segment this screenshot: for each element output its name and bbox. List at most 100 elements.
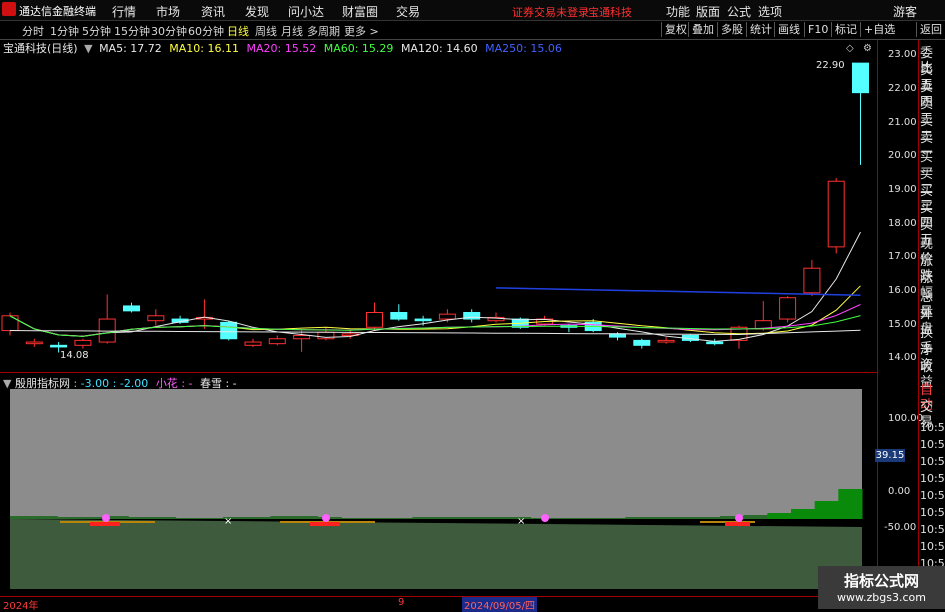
indicator-chart[interactable]: × × bbox=[0, 389, 877, 596]
tick-time: 10:55 bbox=[920, 523, 945, 536]
candle-body bbox=[414, 318, 432, 322]
cursor-date-label: 2024/09/05/四 bbox=[462, 597, 538, 612]
period-tab[interactable]: 1分钟 bbox=[50, 23, 79, 39]
watermark-title: 指标公式网 bbox=[843, 572, 919, 590]
snow-marker: × bbox=[224, 516, 232, 527]
candle-body bbox=[827, 180, 845, 248]
osc-bar bbox=[838, 489, 863, 519]
settings-icon[interactable]: ⚙ bbox=[863, 43, 872, 54]
toolbar-button[interactable]: 返回 bbox=[916, 22, 945, 37]
app-logo-icon bbox=[2, 2, 16, 16]
watermark-url: www.zbgs3.com bbox=[837, 591, 926, 604]
osc-bar bbox=[57, 517, 82, 519]
menu-item-quotes[interactable]: 行情 bbox=[112, 3, 136, 20]
y-tick: 15.00 bbox=[888, 319, 917, 330]
menu-item-options[interactable]: 选项 bbox=[758, 3, 782, 20]
period-tab[interactable]: 5分钟 bbox=[82, 23, 111, 39]
period-tab[interactable]: 60分钟 bbox=[188, 23, 224, 39]
low-price-label: 14.08 bbox=[60, 350, 89, 361]
signal-bar bbox=[725, 522, 750, 526]
period-tab[interactable]: 分时 bbox=[22, 23, 44, 39]
period-tab-more[interactable]: 更多 > bbox=[344, 23, 379, 39]
y-tick: 18.00 bbox=[888, 218, 917, 229]
menu-item-formula[interactable]: 公式 bbox=[727, 3, 751, 20]
osc-bar bbox=[199, 518, 224, 519]
upper-zone bbox=[10, 389, 862, 519]
indicator-legend: ▼ 殷朋指标网 : -3.00 : -2.00 小花 : - 春雪 : - bbox=[0, 375, 237, 390]
app-title: 通达信金融终端 bbox=[19, 5, 96, 18]
diamond-icon[interactable]: ◇ bbox=[846, 43, 854, 54]
osc-bar bbox=[128, 517, 153, 519]
menu-item-layout[interactable]: 版面 bbox=[696, 3, 720, 20]
osc-bar bbox=[743, 515, 768, 519]
osc-bar bbox=[649, 517, 674, 519]
login-notice[interactable]: 证券交易未登录 bbox=[512, 4, 589, 20]
time-label: 9 bbox=[398, 597, 405, 608]
candle-body bbox=[244, 341, 262, 346]
candle-body bbox=[1, 315, 19, 332]
current-stock: 宝通科技 bbox=[588, 6, 632, 19]
tick-time: 10:55 bbox=[920, 506, 945, 519]
menu-item-news[interactable]: 资讯 bbox=[201, 3, 225, 20]
osc-bar bbox=[791, 509, 816, 519]
osc-bar bbox=[601, 518, 626, 519]
flower-marker bbox=[735, 514, 743, 522]
osc-bar bbox=[365, 518, 390, 519]
menu-item-market[interactable]: 市场 bbox=[156, 3, 180, 20]
signal-bar bbox=[90, 522, 120, 526]
osc-bar bbox=[578, 518, 603, 519]
candle-body bbox=[98, 318, 116, 343]
period-tab[interactable]: 多周期 bbox=[307, 23, 340, 39]
candle-body bbox=[366, 312, 383, 328]
flower-marker bbox=[102, 514, 110, 522]
toolbar-button[interactable]: +自选 bbox=[860, 22, 898, 37]
panel-divider bbox=[0, 372, 877, 373]
candlestick-chart[interactable] bbox=[0, 40, 877, 372]
toolbar-button[interactable]: 复权 bbox=[661, 22, 690, 37]
candle-body bbox=[803, 267, 821, 294]
osc-bar bbox=[412, 517, 437, 519]
snow-marker: × bbox=[517, 516, 525, 527]
menu-item-wealth[interactable]: 财富圈 bbox=[342, 3, 378, 20]
candle-body bbox=[147, 315, 165, 322]
period-tab[interactable]: 月线 bbox=[281, 23, 303, 39]
period-tab[interactable]: 30分钟 bbox=[151, 23, 187, 39]
y-tick: 17.00 bbox=[888, 251, 917, 262]
menu-item-ask[interactable]: 问小达 bbox=[288, 3, 324, 20]
candle-body bbox=[779, 297, 797, 320]
flower-marker bbox=[541, 514, 549, 522]
watermark: 指标公式网 www.zbgs3.com bbox=[818, 566, 945, 609]
period-tab[interactable]: 周线 bbox=[255, 23, 277, 39]
toolbar-button[interactable]: F10 bbox=[804, 22, 831, 37]
osc-y-tick: 0.00 bbox=[888, 486, 911, 497]
period-tab-active[interactable]: 日线 bbox=[227, 23, 249, 39]
candle-body bbox=[123, 305, 140, 312]
menu-item-function[interactable]: 功能 bbox=[666, 3, 690, 20]
candle-body bbox=[657, 339, 675, 343]
osc-bar bbox=[294, 516, 319, 519]
flower-marker bbox=[322, 514, 330, 522]
period-tab[interactable]: 15分钟 bbox=[114, 23, 150, 39]
toolbar-button[interactable]: 统计 bbox=[746, 22, 775, 37]
candle-body bbox=[852, 62, 869, 94]
toolbar-button[interactable]: 标记 bbox=[831, 22, 860, 37]
tick-time: 10:55 bbox=[920, 438, 945, 451]
signal-bar bbox=[310, 522, 340, 526]
candle-body bbox=[293, 334, 311, 340]
osc-bar bbox=[388, 518, 413, 519]
user-guest[interactable]: 游客 bbox=[893, 3, 917, 20]
osc-bar bbox=[341, 518, 366, 519]
y-tick: 16.00 bbox=[888, 285, 917, 296]
menu-item-trade[interactable]: 交易 bbox=[396, 3, 420, 20]
osc-bar bbox=[270, 516, 295, 519]
toolbar-button[interactable]: 叠加 bbox=[688, 22, 717, 37]
tick-time: 10:55 bbox=[920, 489, 945, 502]
candle-body bbox=[706, 341, 724, 345]
toolbar-button[interactable]: 画线 bbox=[774, 22, 803, 37]
y-tick: 23.00 bbox=[888, 49, 917, 60]
osc-bar bbox=[33, 516, 58, 519]
menu-item-discover[interactable]: 发现 bbox=[245, 3, 269, 20]
tick-time: 10:55 bbox=[920, 540, 945, 553]
osc-bar bbox=[554, 518, 579, 519]
toolbar-button[interactable]: 多股 bbox=[717, 22, 746, 37]
